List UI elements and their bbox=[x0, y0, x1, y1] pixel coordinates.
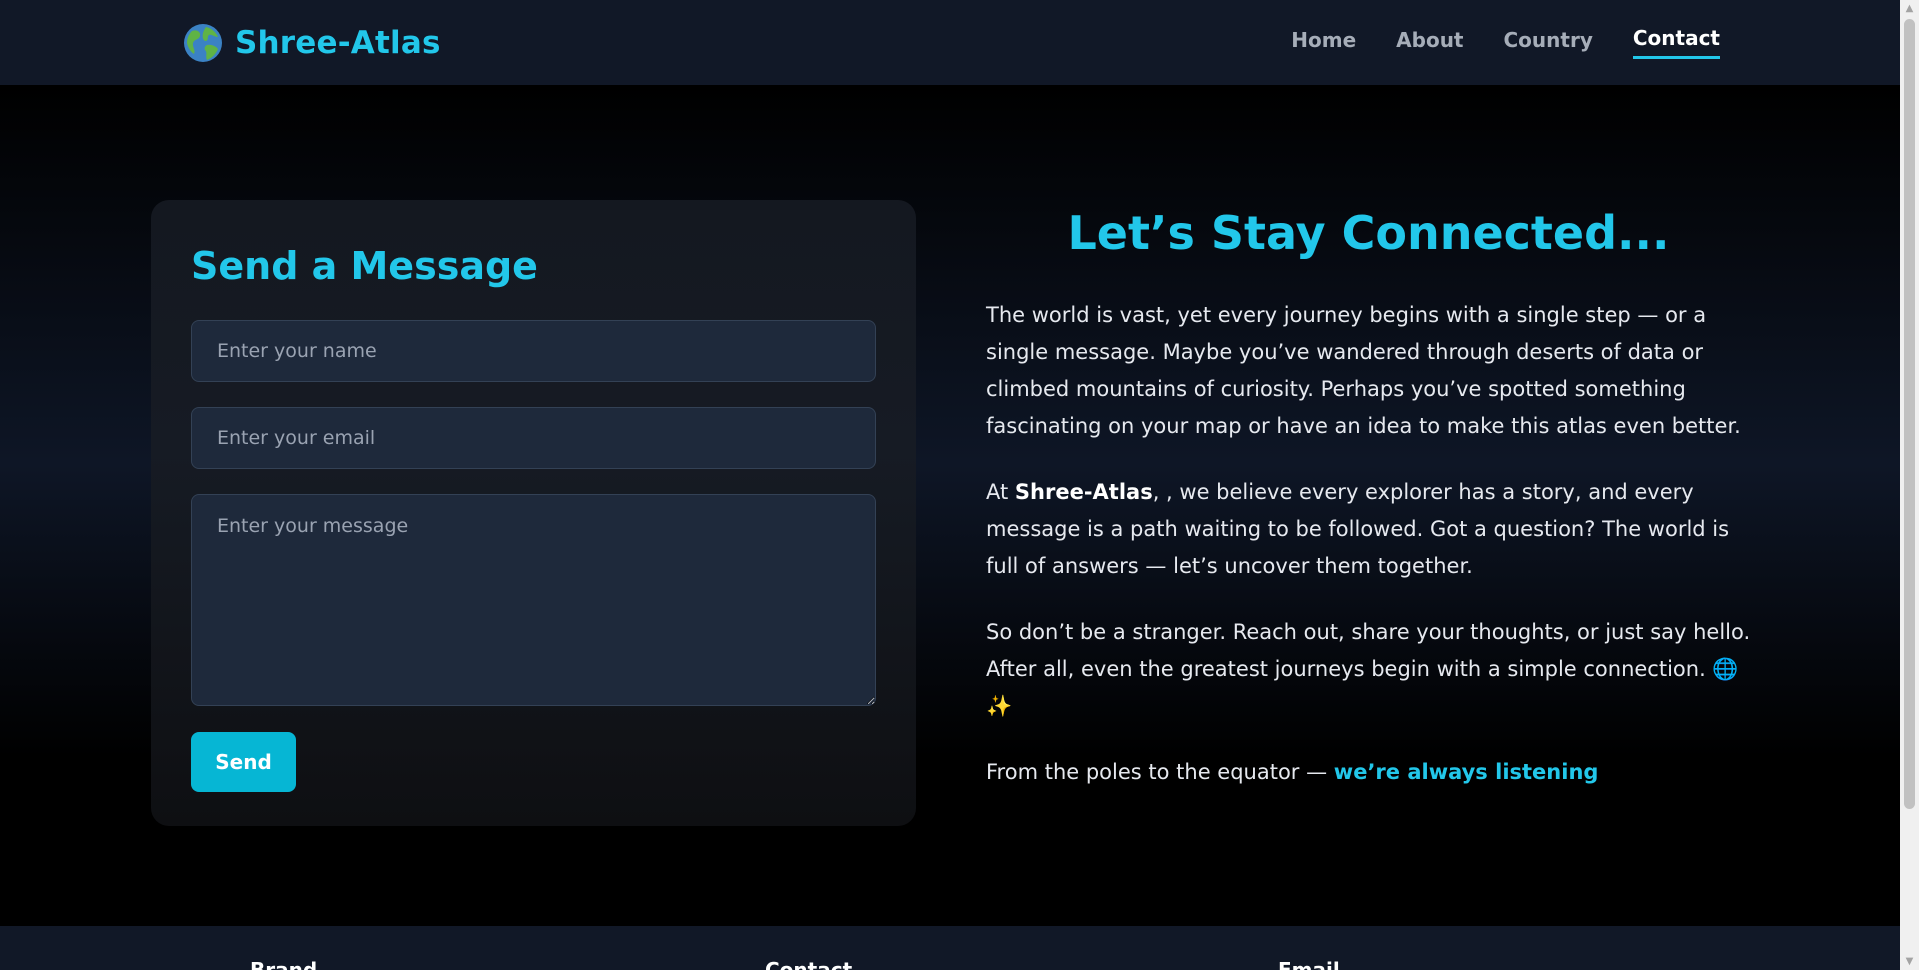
main-content: Send a Message Send Let’s Stay Connected… bbox=[0, 85, 1900, 926]
scroll-thumb[interactable] bbox=[1904, 19, 1915, 809]
connect-paragraph-2: At Shree-Atlas, , we believe every explo… bbox=[986, 474, 1751, 585]
p2-brand: Shree-Atlas bbox=[1014, 480, 1153, 504]
footer-heading-email: Email bbox=[1278, 958, 1340, 970]
brand-name: Shree-Atlas bbox=[235, 24, 441, 61]
message-form-card: Send a Message Send bbox=[151, 200, 916, 826]
connect-paragraph-4: From the poles to the equator — we’re al… bbox=[986, 754, 1751, 791]
nav-country[interactable]: Country bbox=[1504, 28, 1593, 58]
navbar: Shree-Atlas Home About Country Contact bbox=[0, 0, 1900, 85]
connect-section: Let’s Stay Connected... The world is vas… bbox=[986, 200, 1751, 791]
page-scrollbar[interactable]: ▲ ▼ bbox=[1900, 0, 1919, 970]
name-input[interactable] bbox=[191, 320, 876, 382]
connect-paragraph-3: So don’t be a stranger. Reach out, share… bbox=[986, 620, 1751, 718]
message-textarea[interactable] bbox=[191, 494, 876, 706]
p4-prefix: From the poles to the equator — bbox=[986, 760, 1334, 784]
page: Shree-Atlas Home About Country Contact S… bbox=[0, 0, 1919, 970]
brand[interactable]: Shree-Atlas bbox=[183, 23, 441, 63]
nav-contact[interactable]: Contact bbox=[1632, 26, 1720, 59]
connect-title: Let’s Stay Connected... bbox=[1067, 206, 1670, 260]
send-button[interactable]: Send bbox=[191, 732, 296, 792]
footer-heading-brand: Brand bbox=[250, 958, 318, 970]
always-listening-link[interactable]: we’re always listening bbox=[1334, 760, 1599, 784]
scroll-down-arrow-icon[interactable]: ▼ bbox=[1900, 953, 1919, 970]
globe-icon bbox=[184, 23, 222, 62]
form-title: Send a Message bbox=[191, 244, 538, 288]
nav-links: Home About Country Contact bbox=[1291, 26, 1720, 59]
footer-heading-contact: Contact bbox=[765, 958, 853, 970]
nav-home[interactable]: Home bbox=[1291, 28, 1356, 58]
scroll-up-arrow-icon[interactable]: ▲ bbox=[1900, 0, 1919, 17]
p2-prefix: At bbox=[986, 480, 1015, 504]
nav-about[interactable]: About bbox=[1396, 28, 1463, 58]
email-input[interactable] bbox=[191, 407, 876, 469]
footer: Brand Contact Email bbox=[0, 926, 1900, 970]
connect-paragraph-1: The world is vast, yet every journey beg… bbox=[986, 303, 1741, 438]
